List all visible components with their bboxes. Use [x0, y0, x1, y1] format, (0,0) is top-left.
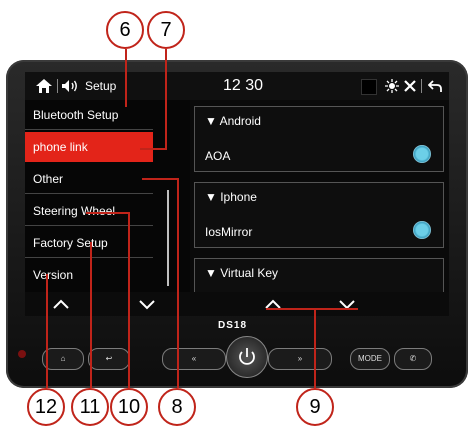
volume-icon[interactable] — [61, 79, 79, 93]
mode-label: MODE — [358, 354, 382, 363]
card-iphone: ▼ Iphone IosMirror — [194, 182, 444, 248]
home-icon[interactable] — [35, 78, 53, 94]
back-hardware-button[interactable]: ↩ — [88, 348, 130, 370]
rewind-label: « — [191, 354, 197, 363]
callout-9: 10 — [110, 388, 148, 426]
card-android-head[interactable]: ▼ Android — [205, 114, 261, 128]
setup-label: Setup — [85, 79, 117, 93]
menu-item-steering-wheel[interactable]: Steering Wheel — [25, 196, 153, 226]
callout-7: 7 — [147, 11, 185, 49]
menu-item-factory-setup[interactable]: Factory Setup — [25, 228, 153, 258]
power-icon — [239, 348, 255, 365]
leader-line-9-horizontal — [86, 212, 130, 214]
scroll-nav-bar — [25, 292, 449, 316]
phone-hardware-button[interactable]: ✆ — [394, 348, 432, 370]
card-virtual-key-title: Virtual Key — [220, 266, 279, 280]
leader-line-7 — [165, 49, 167, 149]
leader-line-9 — [128, 212, 130, 388]
back-arrow-icon[interactable] — [428, 79, 442, 93]
iosmirror-label: IosMirror — [205, 225, 253, 239]
phone-link-panel: ▼ Android AOA ▼ Iphone IosMirror ▼ Virtu… — [190, 100, 449, 316]
status-bar: Setup 12 30 — [25, 72, 449, 100]
brightness-icon[interactable] — [385, 79, 399, 93]
menu-item-version[interactable]: Version — [25, 260, 153, 290]
card-iphone-title: Iphone — [220, 190, 257, 204]
menu-scroll-down-icon[interactable] — [137, 294, 157, 314]
callout-6: 6 — [106, 11, 144, 49]
card-android-title: Android — [219, 114, 261, 128]
card-virtual-key-head[interactable]: ▼ Virtual Key — [205, 266, 278, 280]
hardware-button-strip: ⌂ ↩ « » MODE ✆ — [14, 336, 460, 380]
forward-hardware-button[interactable]: » — [268, 348, 332, 370]
aoa-toggle[interactable] — [413, 145, 431, 163]
divider — [421, 79, 422, 93]
card-android: ▼ Android AOA — [194, 106, 444, 172]
screen: Setup 12 30 Bluetooth Setup phone link O… — [25, 72, 449, 316]
menu-item-bluetooth-setup[interactable]: Bluetooth Setup — [25, 100, 153, 130]
power-volume-knob[interactable] — [226, 336, 268, 378]
rewind-hardware-button[interactable]: « — [162, 348, 226, 370]
aoa-label: AOA — [205, 149, 231, 163]
leader-line-12-horizontal — [266, 308, 358, 310]
brand-logo: DS18 — [218, 320, 248, 331]
menu-scrollbar[interactable] — [167, 190, 169, 286]
leader-line-6 — [125, 49, 127, 107]
mode-hardware-button[interactable]: MODE — [350, 348, 390, 370]
menu-item-other[interactable]: Other — [25, 164, 153, 194]
callout-8: 8 — [158, 388, 196, 426]
home-hardware-button[interactable]: ⌂ — [42, 348, 84, 370]
panel-scroll-down-icon[interactable] — [337, 294, 357, 314]
black-square — [361, 79, 377, 95]
menu-item-phone-link[interactable]: phone link — [25, 132, 153, 162]
leader-line-12 — [314, 310, 316, 388]
card-iphone-head[interactable]: ▼ Iphone — [205, 190, 257, 204]
settings-tools-icon[interactable] — [403, 79, 417, 93]
leader-line-7-horizontal — [140, 148, 167, 150]
callout-12: 9 — [296, 388, 334, 426]
forward-label: » — [297, 354, 303, 363]
power-led — [18, 350, 26, 358]
leader-line-8 — [177, 178, 179, 388]
panel-scroll-up-icon[interactable] — [263, 294, 283, 314]
leader-line-10 — [90, 242, 92, 388]
callout-10: 11 — [71, 388, 109, 426]
menu-scroll-up-icon[interactable] — [51, 294, 71, 314]
clock: 12 30 — [223, 77, 264, 94]
iosmirror-toggle[interactable] — [413, 221, 431, 239]
callout-11: 12 — [27, 388, 65, 426]
leader-line-8-horizontal — [142, 178, 179, 180]
leader-line-11 — [46, 274, 48, 388]
divider — [57, 79, 58, 93]
